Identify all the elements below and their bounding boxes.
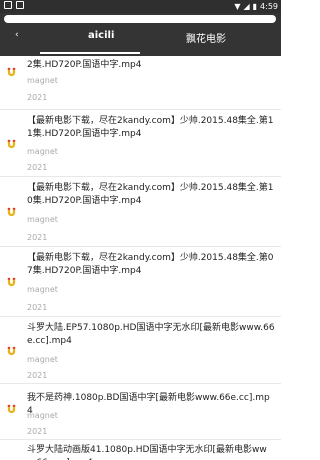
list-item[interactable]: 【最新电影下载，尽在2kandy.com】少帅.2015.48集全.第12集.H…	[0, 56, 281, 110]
item-source: magnet	[27, 147, 58, 156]
list-item[interactable]: 斗罗大陆动画版41.1080p.HD国语中字无水印[最新电影www.66e.cc…	[0, 440, 281, 460]
item-source: magnet	[27, 355, 58, 364]
search-input[interactable]	[4, 15, 276, 23]
tab-piaohua[interactable]: 飘花电影	[186, 30, 226, 45]
list-item[interactable]: 【最新电影下载，尽在2kandy.com】少帅.2015.48集全.第10集.H…	[0, 177, 281, 247]
magnet-icon	[7, 67, 16, 77]
item-title: 我不是药神.1080p.BD国语中字[最新电影www.66e.cc].mp4	[27, 393, 270, 416]
magnet-icon	[7, 404, 16, 414]
back-icon[interactable]: ‹	[15, 30, 19, 40]
item-source: magnet	[27, 285, 58, 294]
item-title: 【最新电影下载，尽在2kandy.com】少帅.2015.48集全.第12集.H…	[27, 56, 274, 70]
item-year: 2021	[27, 233, 48, 242]
list-item[interactable]: 【最新电影下载，尽在2kandy.com】少帅.2015.48集全.第07集.H…	[0, 247, 281, 317]
battery-icon: ▮	[252, 2, 258, 11]
magnet-icon	[7, 346, 16, 356]
item-year: 2021	[27, 303, 48, 312]
list-item[interactable]: 斗罗大陆.EP57.1080p.HD国语中字无水印[最新电影www.66e.cc…	[0, 317, 281, 384]
item-title: 斗罗大陆.EP57.1080p.HD国语中字无水印[最新电影www.66e.cc…	[27, 323, 275, 346]
status-bar: ▼ ◢ ▮ 4:59	[0, 0, 281, 13]
item-year: 2021	[27, 93, 48, 102]
magnet-icon	[7, 139, 16, 149]
result-list: 【最新电影下载，尽在2kandy.com】少帅.2015.48集全.第12集.H…	[0, 56, 281, 460]
item-title: 斗罗大陆动画版41.1080p.HD国语中字无水印[最新电影www.66e.cc…	[27, 445, 267, 460]
active-tab-indicator	[40, 52, 140, 54]
notification-icon	[16, 1, 24, 9]
notification-icon	[4, 1, 12, 9]
item-title: 【最新电影下载，尽在2kandy.com】少帅.2015.48集全.第10集.H…	[27, 183, 274, 206]
tab-aicili[interactable]: aicili	[88, 30, 114, 41]
item-year: 2021	[27, 163, 48, 172]
item-year: 2021	[27, 427, 48, 436]
item-source: magnet	[27, 411, 58, 420]
item-title: 【最新电影下载，尽在2kandy.com】少帅.2015.48集全.第11集.H…	[27, 116, 274, 139]
magnet-icon	[7, 207, 16, 217]
wifi-icon: ▼	[234, 2, 241, 11]
list-item[interactable]: 我不是药神.1080p.BD国语中字[最新电影www.66e.cc].mp4 m…	[0, 384, 281, 440]
item-title: 【最新电影下载，尽在2kandy.com】少帅.2015.48集全.第07集.H…	[27, 253, 274, 276]
item-source: magnet	[27, 215, 58, 224]
magnet-icon	[7, 277, 16, 287]
clock: 4:59	[260, 2, 278, 11]
item-source: magnet	[27, 76, 58, 85]
signal-icon: ◢	[243, 2, 250, 11]
item-year: 2021	[27, 371, 48, 380]
list-item[interactable]: 【最新电影下载，尽在2kandy.com】少帅.2015.48集全.第11集.H…	[0, 110, 281, 177]
